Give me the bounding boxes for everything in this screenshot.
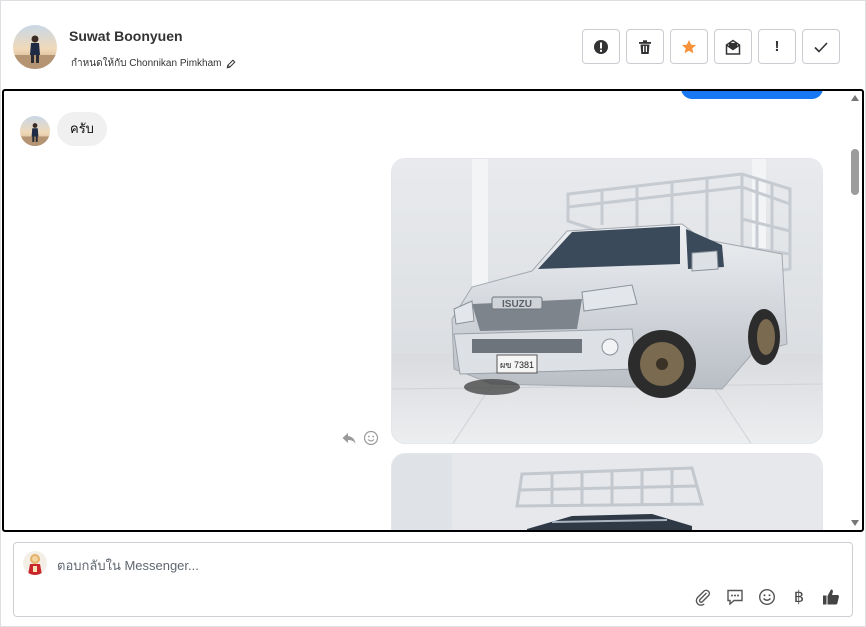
- svg-text:ผข 7381: ผข 7381: [500, 360, 534, 370]
- scroll-down-arrow[interactable]: [851, 520, 859, 526]
- follow-up-button[interactable]: !: [758, 29, 796, 64]
- truck-photo-2[interactable]: [391, 453, 823, 530]
- conversation-header: Suwat Boonyuen กำหนดให้กับ Chonnikan Pim…: [1, 1, 866, 89]
- truck-photo[interactable]: ISUZU ผข 7381: [391, 158, 823, 444]
- thread-scrollbar[interactable]: [848, 91, 862, 530]
- assignee-label[interactable]: กำหนดให้กับ Chonnikan Pimkham: [71, 56, 236, 71]
- star-icon: [682, 39, 696, 53]
- check-icon: [814, 41, 828, 53]
- conversation-actions: !: [582, 29, 840, 64]
- assignee-text: กำหนดให้กับ Chonnikan Pimkham: [71, 58, 222, 69]
- my-page-avatar: [23, 551, 47, 575]
- payment-baht-icon[interactable]: ฿: [790, 587, 808, 606]
- trash-icon: [639, 39, 651, 54]
- emoji-react-icon[interactable]: [363, 430, 379, 446]
- composer-tools: ฿: [694, 587, 840, 606]
- contact-name[interactable]: Suwat Boonyuen: [69, 28, 183, 44]
- message-thread[interactable]: ครับ ISUZU ผข 7381: [2, 89, 864, 532]
- delete-button[interactable]: [626, 29, 664, 64]
- exclamation-icon: !: [774, 38, 780, 55]
- mail-envelope-icon: [725, 39, 741, 55]
- spam-button[interactable]: [582, 29, 620, 64]
- saved-replies-icon[interactable]: [726, 588, 744, 606]
- scroll-up-arrow[interactable]: [851, 95, 859, 101]
- mark-unread-button[interactable]: [714, 29, 752, 64]
- thumbs-up-icon[interactable]: [822, 588, 840, 606]
- scroll-thumb[interactable]: [851, 149, 859, 195]
- alert-circle-icon: [594, 39, 608, 54]
- star-button[interactable]: [670, 29, 708, 64]
- pencil-icon[interactable]: [226, 59, 236, 69]
- svg-text:ISUZU: ISUZU: [502, 299, 532, 310]
- reply-composer: ฿: [13, 542, 853, 617]
- sent-message-bubble[interactable]: [681, 91, 823, 99]
- contact-avatar[interactable]: [13, 25, 57, 69]
- mark-done-button[interactable]: [802, 29, 840, 64]
- incoming-message-bubble[interactable]: ครับ: [57, 112, 107, 146]
- reply-icon[interactable]: [341, 430, 357, 446]
- reply-input[interactable]: [57, 555, 657, 575]
- emoji-icon[interactable]: [758, 588, 776, 606]
- inbox-frame: Suwat Boonyuen กำหนดให้กับ Chonnikan Pim…: [0, 0, 866, 627]
- paperclip-icon[interactable]: [694, 588, 712, 606]
- sender-avatar: [20, 116, 50, 146]
- message-tools: [341, 430, 379, 446]
